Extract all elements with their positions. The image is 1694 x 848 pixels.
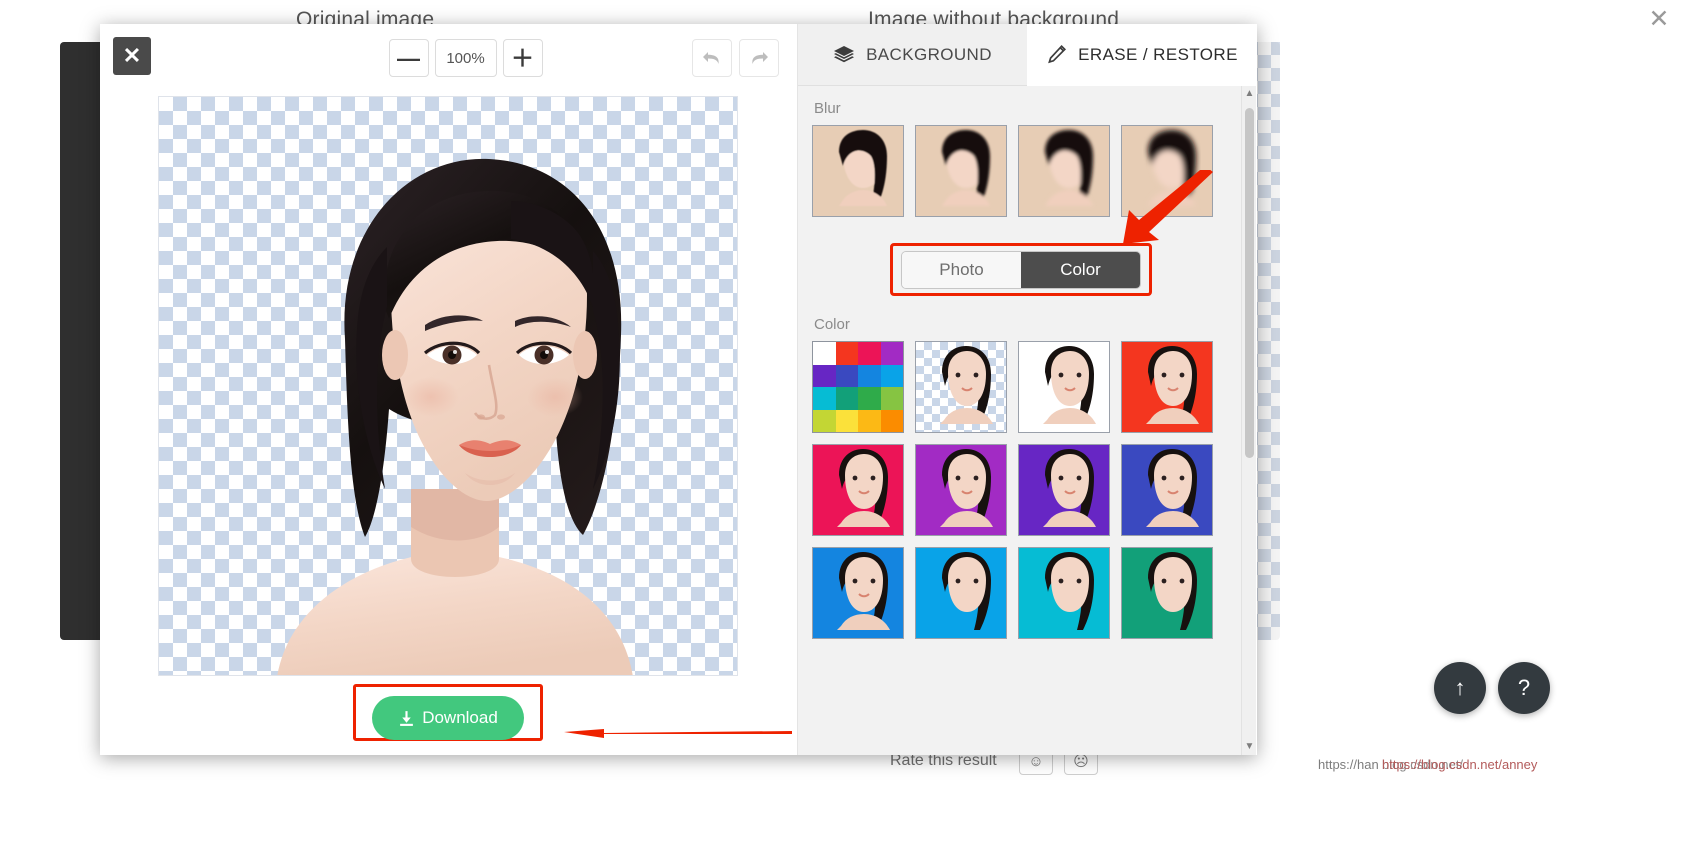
thumb-portrait xyxy=(1146,346,1199,424)
blur-section-label: Blur xyxy=(814,100,841,117)
thumb-portrait xyxy=(1045,552,1094,630)
palette-cell[interactable] xyxy=(835,409,858,432)
zoom-out-button[interactable]: — xyxy=(388,39,429,77)
mode-toggle: Photo Color xyxy=(901,250,1141,289)
page-close-icon[interactable]: ✕ xyxy=(1646,6,1672,32)
scroll-to-top-button[interactable]: ↑ xyxy=(1434,662,1486,714)
blur-thumbnail[interactable] xyxy=(812,125,904,217)
palette-cell[interactable] xyxy=(835,387,858,410)
photo-mode-button[interactable]: Photo xyxy=(902,251,1021,288)
palette-cell[interactable] xyxy=(813,364,836,387)
palette-cell[interactable] xyxy=(880,387,903,410)
layers-icon xyxy=(834,45,855,62)
download-button[interactable]: Download xyxy=(372,696,524,740)
redo-icon xyxy=(752,52,768,64)
palette-cell[interactable] xyxy=(858,387,881,410)
color-thumbnail-grid xyxy=(812,341,1234,639)
undo-button[interactable] xyxy=(692,39,732,77)
mode-toggle-annotation-arrow xyxy=(1123,170,1213,244)
scrollbar-down-arrow[interactable]: ▼ xyxy=(1242,739,1257,755)
thumb-portrait xyxy=(1043,346,1096,424)
color-swatch-purple[interactable] xyxy=(915,444,1007,536)
pencil-icon xyxy=(1048,44,1067,63)
download-button-label: Download xyxy=(422,708,498,727)
tab-erase-restore[interactable]: ERASE / RESTORE xyxy=(1027,24,1256,86)
portrait-image xyxy=(277,158,633,675)
palette-cell[interactable] xyxy=(813,342,836,365)
thumb-portrait xyxy=(837,449,890,527)
download-icon xyxy=(400,710,414,726)
thumb-portrait xyxy=(940,346,993,424)
color-swatch-violet[interactable] xyxy=(1018,444,1110,536)
palette-cell[interactable] xyxy=(880,364,903,387)
panel-scrollbar[interactable]: ▲ ▼ xyxy=(1241,86,1256,755)
scrollbar-up-arrow[interactable]: ▲ xyxy=(1242,86,1257,102)
image-canvas[interactable] xyxy=(158,96,738,676)
color-swatch-transparent[interactable] xyxy=(915,341,1007,433)
color-swatch-red-orange[interactable] xyxy=(1121,341,1213,433)
thumb-portrait xyxy=(940,449,993,527)
panel-tabs: BACKGROUND ERASE / RESTORE xyxy=(798,24,1256,86)
color-section-label: Color xyxy=(814,316,850,333)
thumb-portrait xyxy=(1146,449,1199,527)
palette-cell[interactable] xyxy=(858,409,881,432)
blur-thumbnail[interactable] xyxy=(1018,125,1110,217)
color-swatch-indigo[interactable] xyxy=(1121,444,1213,536)
tab-background[interactable]: BACKGROUND xyxy=(798,24,1027,86)
history-controls xyxy=(692,39,779,77)
thumb-portrait xyxy=(1148,552,1197,630)
color-swatch-pink[interactable] xyxy=(812,444,904,536)
download-annotation-arrow xyxy=(564,729,792,738)
palette-cell[interactable] xyxy=(858,342,881,365)
page-root: Original image Image without background … xyxy=(0,0,1694,848)
editor-modal: ✕ — 100% ＋ Download BACKGROUND ERASE / R… xyxy=(100,24,1257,755)
blur-thumb-image xyxy=(813,126,903,216)
thumb-portrait xyxy=(837,552,890,630)
palette-cell[interactable] xyxy=(813,387,836,410)
tab-erase-restore-label: ERASE / RESTORE xyxy=(1078,44,1238,64)
watermark-left: https://han xyxy=(1318,757,1379,772)
palette-cell[interactable] xyxy=(835,364,858,387)
help-button[interactable]: ? xyxy=(1498,662,1550,714)
undo-icon xyxy=(703,52,719,64)
watermark-right: https://blog.csdn.net/anney xyxy=(1382,757,1538,772)
thumb-portrait xyxy=(942,552,991,630)
blur-thumb-image xyxy=(1019,126,1109,216)
redo-button[interactable] xyxy=(739,39,779,77)
palette-cell[interactable] xyxy=(880,409,903,432)
side-panel: BACKGROUND ERASE / RESTORE Blur Photo Co… xyxy=(798,24,1256,755)
palette-cell[interactable] xyxy=(813,409,836,432)
panel-scroll-area[interactable]: Blur Photo Color Color xyxy=(798,86,1256,755)
color-swatch-cyan[interactable] xyxy=(1018,547,1110,639)
scrollbar-thumb[interactable] xyxy=(1245,108,1254,458)
color-swatch-teal[interactable] xyxy=(1121,547,1213,639)
mode-toggle-highlight-box: Photo Color xyxy=(890,170,1213,296)
color-swatch-blue[interactable] xyxy=(812,547,904,639)
zoom-controls: — 100% ＋ xyxy=(388,39,543,77)
palette-cell[interactable] xyxy=(858,364,881,387)
tab-background-label: BACKGROUND xyxy=(866,44,992,64)
color-swatch-white[interactable] xyxy=(1018,341,1110,433)
zoom-level-value: 100% xyxy=(434,39,497,77)
close-modal-button[interactable]: ✕ xyxy=(113,37,151,75)
color-palette-picker[interactable] xyxy=(812,341,904,433)
thumb-portrait xyxy=(1043,449,1096,527)
editor-pane: ✕ — 100% ＋ Download xyxy=(100,24,798,755)
color-swatch-light-blue[interactable] xyxy=(915,547,1007,639)
palette-cell[interactable] xyxy=(880,342,903,365)
palette-cell[interactable] xyxy=(835,342,858,365)
blur-thumbnail[interactable] xyxy=(915,125,1007,217)
zoom-in-button[interactable]: ＋ xyxy=(502,39,543,77)
color-mode-button[interactable]: Color xyxy=(1021,251,1140,288)
blur-thumb-image xyxy=(916,126,1006,216)
